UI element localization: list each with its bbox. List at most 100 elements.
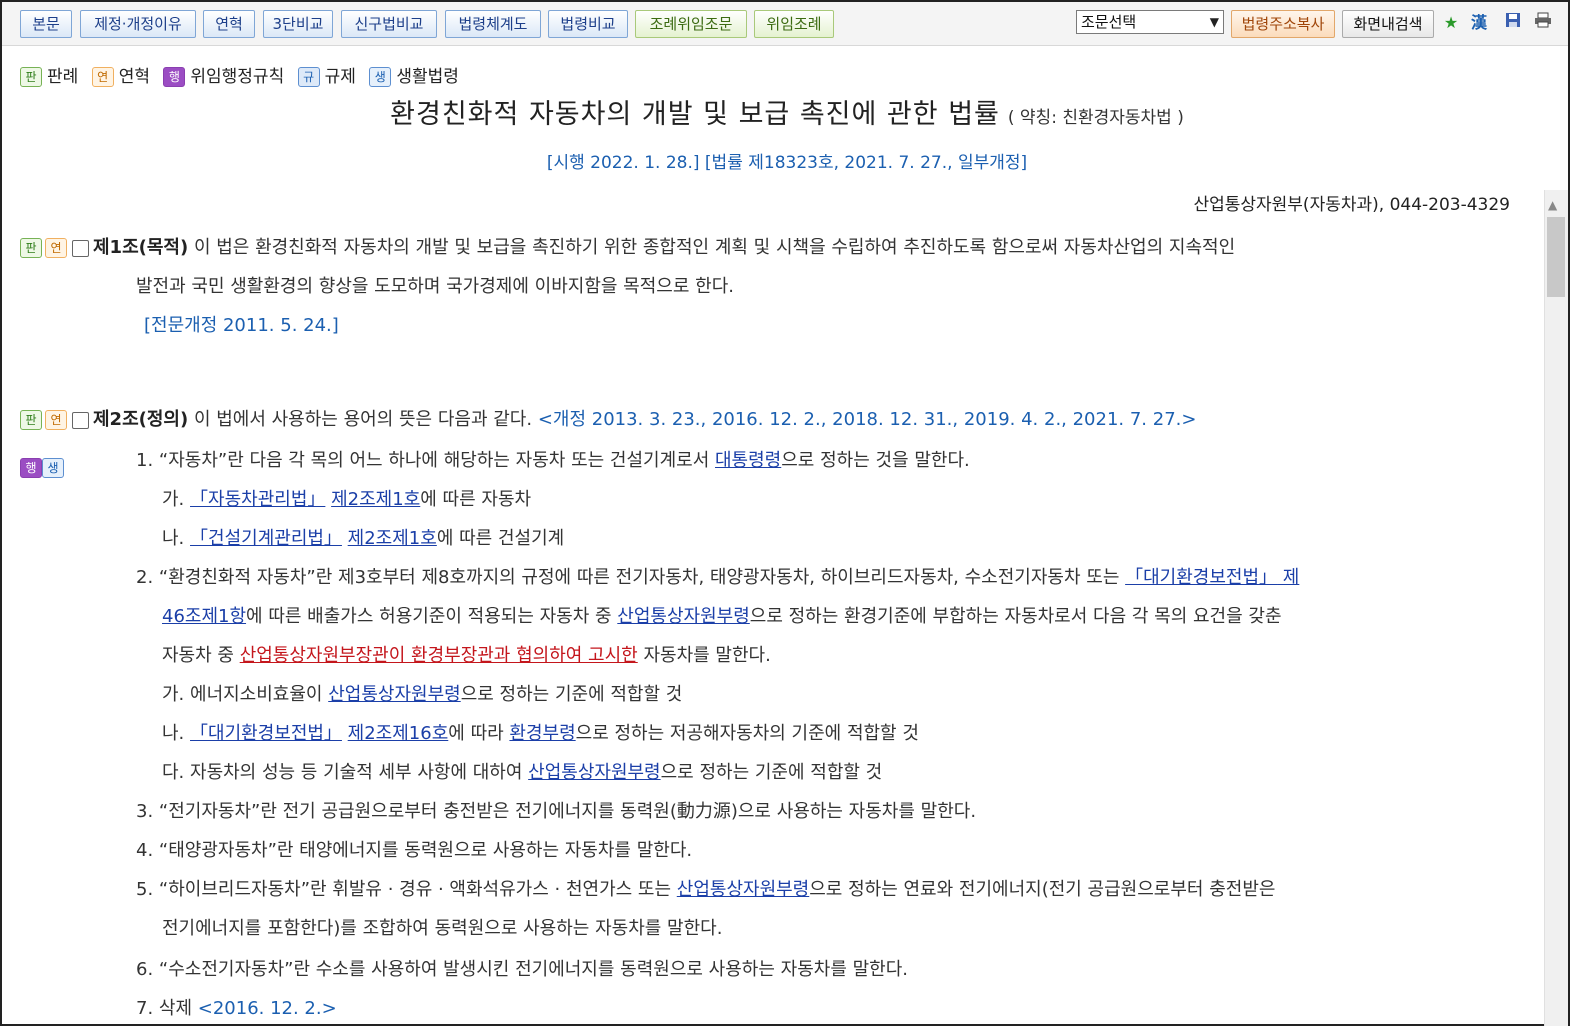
article-link[interactable]: 제2조제1호 [348,528,437,549]
living-law-badge-icon[interactable]: 생 [42,458,64,478]
ordinance-delegation-button[interactable]: 조례위임조문 [635,10,747,38]
law-title: 환경친화적 자동차의 개발 및 보급 촉진에 관한 법률 [390,99,1000,130]
presidential-decree-link[interactable]: 대통령령 [715,450,781,471]
item-4: 4. “태양광자동차”란 태양에너지를 동력원으로 사용하는 자동차를 말한다. [136,840,693,861]
favorite-star-icon[interactable]: ★ [1440,12,1462,34]
ministry-contact: 산업통상자원부(자동차과), 044-203-4329 [1193,195,1510,215]
article-link[interactable]: 제2조제16호 [348,723,449,744]
item-2-cont2: 자동차 중 산업통상자원부장관이 환경부장관과 협의하여 고시한 자동차를 말한… [162,644,771,668]
legend-living-law[interactable]: 생 생활법령 [369,67,459,87]
chevron-down-icon: ▼ [1209,15,1219,29]
automobile-management-act-link[interactable]: 「자동차관리법」 [190,489,325,510]
article-1-text-cont: 발전과 국민 생활환경의 향상을 도모하며 국가경제에 이바지함을 목적으로 한… [136,276,734,297]
article-1-amendment: [전문개정 2011. 5. 24.] [144,315,339,336]
admin-rule-badge-icon[interactable]: 행 [20,458,42,478]
precedent-badge-icon[interactable]: 판 [20,238,42,258]
legend-regulation[interactable]: 규 규제 [297,67,356,87]
ministry-ordinance-link[interactable]: 산업통상자원부령 [328,684,460,705]
article-select-value: 조문선택 [1081,13,1137,31]
item-text: 다. 자동차의 성능 등 기술적 세부 사항에 대하여 [162,762,529,783]
article-link[interactable]: 제2조제1호 [331,489,420,510]
item-2-text: 에 따른 배출가스 허용기준이 적용되는 자동차 중 [246,606,618,627]
item-5-cont: 전기에너지를 포함한다)를 조합하여 동력원으로 사용하는 자동차를 말한다. [162,918,723,939]
item-2-text: 자동차 중 [162,645,240,666]
item-text: 에 따라 [448,723,510,744]
article-link[interactable]: 46조제1항 [162,606,246,627]
ministry-ordinance-link[interactable]: 산업통상자원부령 [617,606,749,627]
revision-reason-button[interactable]: 제정·개정이유 [80,10,196,38]
living-law-badge-icon: 생 [369,67,392,87]
article-2-side-badges: 행생 [20,456,64,480]
item-1-text-end: 으로 정하는 것을 말한다. [781,450,970,471]
item-7-text: 7. 삭제 [136,998,198,1019]
article-1-header: 판 연 제1조(목적) 이 법은 환경친화적 자동차의 개발 및 보급을 촉진하기 … [20,236,1235,260]
ministry-ordinance-link[interactable]: 산업통상자원부령 [528,762,660,783]
legend-precedent[interactable]: 판 판례 [20,67,78,87]
law-title-block: 환경친화적 자동차의 개발 및 보급 촉진에 관한 법률 ( 약칭: 친환경자동차… [2,92,1570,131]
history-badge-icon[interactable]: 연 [45,410,67,430]
item-text: 에 따른 건설기계 [436,528,565,549]
legend-label: 생활법령 [396,67,459,87]
article-2-checkbox[interactable] [72,411,89,429]
main-text-button[interactable]: 본문 [20,10,72,38]
item-7: 7. 삭제 <2016. 12. 2.> [136,997,337,1021]
enforcement-info: [시행 2022. 1. 28.] [법률 제18323호, 2021. 7. … [546,153,1028,173]
article-1-title: 제1조(목적) [93,237,189,258]
print-icon[interactable] [1532,12,1554,34]
admin-rule-badge-icon: 행 [163,67,186,87]
article-select[interactable]: 조문선택 ▼ [1076,10,1224,34]
item-2-da: 다. 자동차의 성능 등 기술적 세부 사항에 대하여 산업통상자원부령으로 정… [162,761,882,785]
item-2-text: 2. “환경친화적 자동차”란 제3호부터 제8호까지의 규정에 따른 전기자동… [136,567,1126,588]
history-button[interactable]: 연혁 [203,10,255,38]
item-text: 으로 정하는 기준에 적합할 것 [460,684,683,705]
item-text: 에 따른 자동차 [420,489,532,510]
item-2-text: 으로 정하는 환경기준에 부합하는 자동차로서 다음 각 목의 요건을 갖춘 [749,606,1282,627]
item-label: 나. [162,528,191,549]
item-6: 6. “수소전기자동차”란 수소를 사용하여 발생시킨 전기에너지를 동력원으로… [136,959,908,980]
item-5-text: 5. “하이브리드자동차”란 휘발유 · 경유 · 액화석유가스 · 천연가스 … [136,879,677,900]
ministry-ordinance-link[interactable]: 산업통상자원부령 [677,879,809,900]
scroll-up-icon[interactable]: ▲ [1548,198,1557,212]
item-5: 5. “하이브리드자동차”란 휘발유 · 경유 · 액화석유가스 · 천연가스 … [136,878,1275,902]
scrollbar[interactable] [1544,190,1568,1026]
legend-label: 연혁 [118,67,150,87]
law-hierarchy-button[interactable]: 법령체계도 [445,10,541,38]
legend-history[interactable]: 연 연혁 [91,67,150,87]
law-compare-button[interactable]: 법령비교 [548,10,628,38]
construction-machinery-act-link[interactable]: 「건설기계관리법」 [190,528,342,549]
three-tier-compare-button[interactable]: 3단비교 [263,10,333,38]
legend-label: 위임행정규칙 [190,67,285,87]
regulation-badge-icon: 규 [297,67,320,87]
legend-label: 판례 [47,67,79,87]
article-2-amendment[interactable]: <개정 2013. 3. 23., 2016. 12. 2., 2018. 12… [538,409,1197,430]
delegated-ordinance-button[interactable]: 위임조례 [754,10,834,38]
item-2-ga: 가. 에너지소비효율이 산업통상자원부령으로 정하는 기준에 적합할 것 [162,683,682,707]
article-1-text: 이 법은 환경친화적 자동차의 개발 및 보급을 촉진하기 위한 종합적인 계획… [188,237,1236,258]
article-link[interactable]: 제 [1277,567,1300,588]
ministerial-notice-link[interactable]: 산업통상자원부장관이 환경부장관과 협의하여 고시한 [240,645,638,666]
article-1-checkbox[interactable] [72,239,89,257]
history-badge-icon[interactable]: 연 [45,238,67,258]
item-2-na: 나. 「대기환경보전법」 제2조제16호에 따라 환경부령으로 정하는 저공해자… [162,722,919,746]
precedent-badge-icon[interactable]: 판 [20,410,42,430]
scrollbar-thumb[interactable] [1547,217,1565,297]
toolbar: 본문 제정·개정이유 연혁 3단비교 신구법비교 법령체계도 법령비교 조례위임… [2,2,1568,46]
precedent-badge-icon: 판 [20,67,42,87]
save-icon[interactable] [1502,12,1524,34]
clean-air-act-link[interactable]: 「대기환경보전법」 [190,723,342,744]
hanja-icon[interactable]: 漢 [1468,12,1490,34]
article-2-title: 제2조(정의) [93,409,189,430]
item-2-cont: 46조제1항에 따른 배출가스 허용기준이 적용되는 자동차 중 산업통상자원부… [162,605,1282,629]
in-page-search-button[interactable]: 화면내검색 [1342,10,1434,38]
old-new-compare-button[interactable]: 신구법비교 [341,10,437,38]
legend-admin-rule[interactable]: 행 위임행정규칙 [163,67,284,87]
clean-air-act-link[interactable]: 「대기환경보전법」 [1125,567,1277,588]
item-1: 1. “자동차”란 다음 각 목의 어느 하나에 해당하는 자동차 또는 건설기… [136,449,970,473]
copy-law-address-button[interactable]: 법령주소복사 [1231,10,1335,38]
item-text: 가. 에너지소비효율이 [162,684,329,705]
item-2-text: 자동차를 말한다. [637,645,771,666]
item-7-amendment[interactable]: <2016. 12. 2.> [198,998,337,1019]
environment-ordinance-link[interactable]: 환경부령 [509,723,575,744]
item-1-text: 1. “자동차”란 다음 각 목의 어느 하나에 해당하는 자동차 또는 건설기… [136,450,715,471]
history-badge-icon: 연 [91,67,114,87]
